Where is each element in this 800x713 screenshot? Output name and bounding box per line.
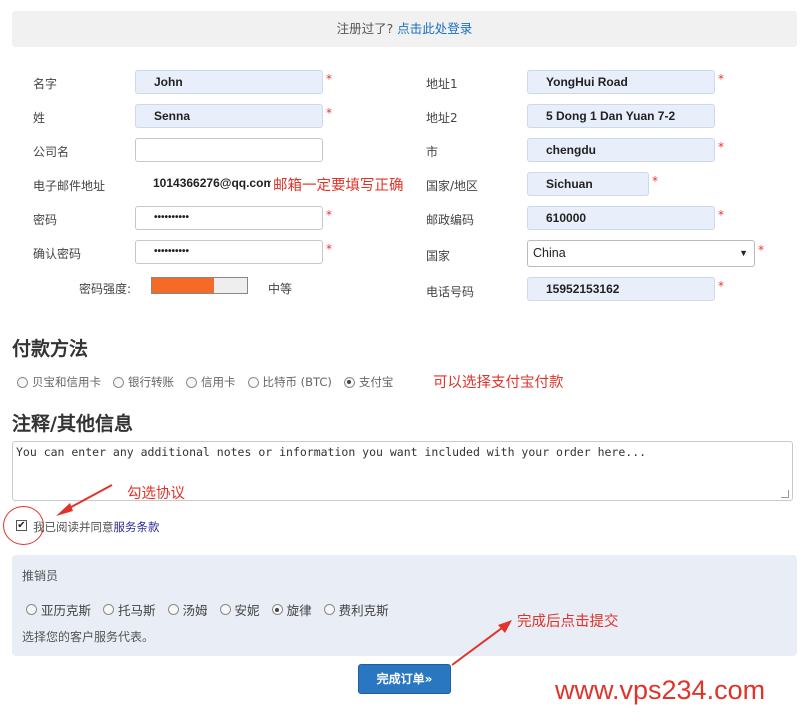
arrow-head-icon xyxy=(56,503,73,516)
arrow-line xyxy=(451,624,507,666)
arrow-head-icon xyxy=(498,620,512,633)
annotation-arrows xyxy=(56,484,512,666)
watermark: www.vps234.com xyxy=(555,675,766,705)
